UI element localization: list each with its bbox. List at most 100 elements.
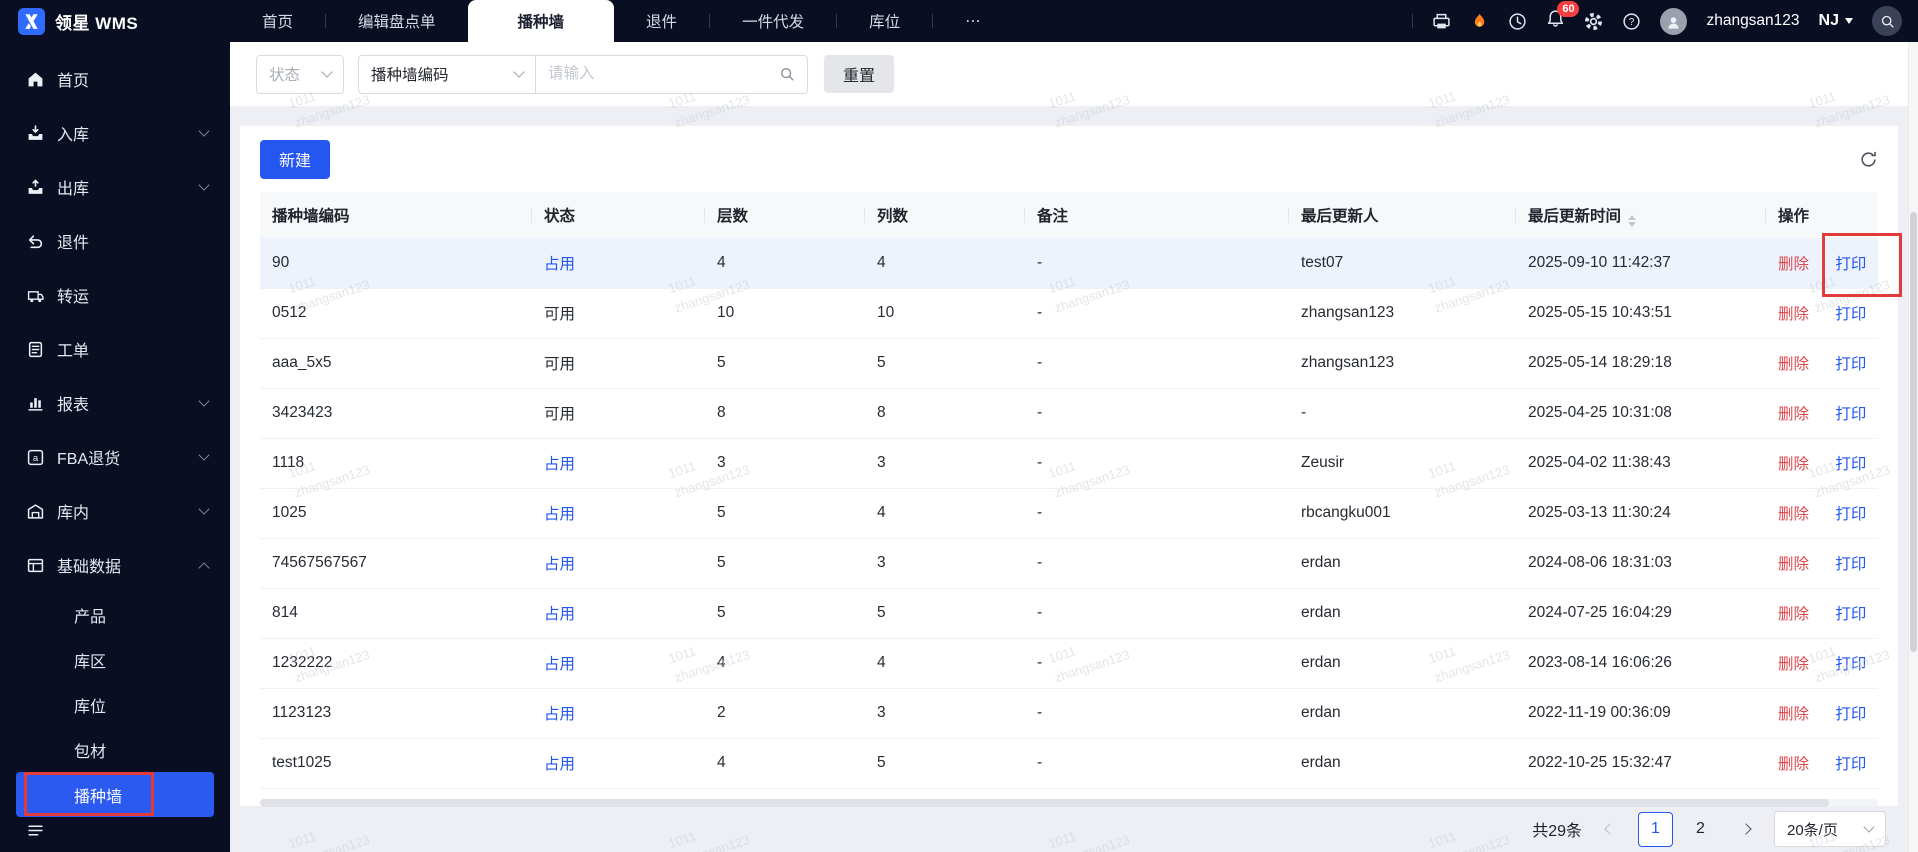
delete-link[interactable]: 删除 (1778, 556, 1809, 573)
column-header[interactable]: 最后更新时间 (1516, 192, 1766, 238)
table-row[interactable]: test1025 占用 4 5 - erdan 2022-10-25 15:32… (260, 738, 1878, 789)
top-nav-item-5[interactable]: 一件代发 (710, 0, 836, 42)
sidebar-subitem-库区[interactable]: 库区 (0, 637, 230, 682)
print-link[interactable]: 打印 (1835, 606, 1866, 623)
cell-code: 1232222 (260, 638, 532, 689)
print-link[interactable]: 打印 (1835, 356, 1866, 373)
reset-button[interactable]: 重置 (824, 55, 895, 93)
seeding-wall-table: 播种墙编码 状态 层数 列数 备注 最后更新人 最后更新时间 操作 90 占用 4 4 - t… (260, 192, 1878, 789)
vertical-scrollbar[interactable] (1908, 42, 1918, 852)
table-row[interactable]: 3423423 可用 8 8 - - 2025-04-25 10:31:08 删… (260, 388, 1878, 439)
sidebar-subitem-包材[interactable]: 包材 (0, 727, 230, 772)
delete-link[interactable]: 删除 (1778, 356, 1809, 373)
delete-link[interactable]: 删除 (1778, 656, 1809, 673)
sidebar-item-transfer[interactable]: 转运 (0, 268, 230, 322)
sidebar-item-returns[interactable]: 退件 (0, 214, 230, 268)
top-nav-item-3[interactable]: 播种墙 (467, 0, 615, 42)
horizontal-scrollbar[interactable] (260, 798, 1878, 807)
sidebar-item-work-order[interactable]: 工单 (0, 322, 230, 376)
print-link[interactable]: 打印 (1835, 656, 1866, 673)
sidebar-subitem-播种墙[interactable]: 播种墙 (16, 772, 214, 817)
input-search-icon[interactable] (779, 66, 795, 82)
delete-link[interactable]: 删除 (1778, 406, 1809, 423)
help-icon[interactable]: ? (1622, 12, 1641, 31)
cell-status: 可用 (532, 288, 705, 339)
column-header: 播种墙编码 (260, 192, 532, 238)
table-row[interactable]: 74567567567 占用 5 3 - erdan 2024-08-06 18… (260, 538, 1878, 589)
top-nav-item-2[interactable]: 编辑盘点单 (326, 0, 468, 42)
table-row[interactable]: 1118 占用 3 3 - Zeusir 2025-04-02 11:38:43… (260, 438, 1878, 489)
outbound-icon (27, 178, 44, 196)
table-row[interactable]: 1025 占用 5 4 - rbcangku001 2025-03-13 11:… (260, 488, 1878, 539)
delete-link[interactable]: 删除 (1778, 706, 1809, 723)
print-link[interactable]: 打印 (1835, 756, 1866, 773)
horizontal-scrollbar-thumb[interactable] (260, 798, 1830, 807)
delete-link[interactable]: 删除 (1778, 506, 1809, 523)
table-row[interactable]: 1123123 占用 2 3 - erdan 2022-11-19 00:36:… (260, 688, 1878, 739)
username[interactable]: zhangsan123 (1706, 12, 1799, 30)
search-field-select[interactable]: 播种墙编码 (358, 54, 536, 94)
printer-icon[interactable] (1432, 12, 1451, 31)
sidebar-subitem-产品[interactable]: 产品 (0, 592, 230, 637)
avatar[interactable] (1660, 7, 1688, 35)
delete-link[interactable]: 删除 (1778, 606, 1809, 623)
cell-code: 0512 (260, 288, 532, 339)
gear-icon[interactable] (1584, 12, 1603, 31)
cell-remark: - (1025, 438, 1289, 489)
cell-remark: - (1025, 388, 1289, 439)
sidebar-item-label: 基础数据 (57, 559, 122, 576)
status-select[interactable]: 状态 (256, 54, 344, 94)
sort-icon[interactable] (1628, 214, 1637, 227)
print-link[interactable]: 打印 (1835, 556, 1866, 573)
chevron-down-icon (198, 125, 210, 137)
top-nav-item-1[interactable]: 首页 (230, 0, 325, 42)
sidebar-item-base-data[interactable]: 基础数据 (0, 538, 230, 592)
print-link[interactable]: 打印 (1835, 256, 1866, 273)
print-link[interactable]: 打印 (1835, 406, 1866, 423)
vertical-scrollbar-thumb[interactable] (1910, 212, 1917, 652)
sidebar-subitem-库位[interactable]: 库位 (0, 682, 230, 727)
menu-icon[interactable] (27, 822, 44, 839)
refresh-icon[interactable] (1859, 150, 1878, 169)
delete-link[interactable]: 删除 (1778, 756, 1809, 773)
sidebar-item-outbound[interactable]: 出库 (0, 160, 230, 214)
history-icon[interactable] (1508, 12, 1527, 31)
notifications-button[interactable]: 60 (1546, 1, 1580, 33)
warehouse-selector[interactable]: NJ (1819, 12, 1853, 30)
table-row[interactable]: 90 占用 4 4 - test07 2025-09-10 11:42:37 删… (260, 238, 1878, 289)
sidebar-item-reports[interactable]: 报表 (0, 376, 230, 430)
table-panel: 新建 播种墙编码 状态 层数 列数 备注 最后更新人 最后更新时间 操作 90 占用 4 4 … (240, 126, 1898, 807)
delete-link[interactable]: 删除 (1778, 256, 1809, 273)
top-nav-item-6[interactable]: 库位 (837, 0, 932, 42)
print-link[interactable]: 打印 (1835, 506, 1866, 523)
cell-updated-by: zhangsan123 (1289, 288, 1516, 339)
print-link[interactable]: 打印 (1835, 306, 1866, 323)
create-button[interactable]: 新建 (260, 139, 331, 179)
top-nav-item-4[interactable]: 退件 (614, 0, 709, 42)
page-size-select[interactable]: 20条/页 (1774, 811, 1886, 847)
table-row[interactable]: 1232222 占用 4 4 - erdan 2023-08-14 16:06:… (260, 638, 1878, 689)
warehouse-code: NJ (1818, 12, 1839, 29)
search-icon (1880, 14, 1895, 29)
keyword-input[interactable] (548, 65, 779, 83)
delete-link[interactable]: 删除 (1778, 306, 1809, 323)
next-page-button[interactable] (1732, 815, 1760, 843)
sidebar-item-inbound[interactable]: 入库 (0, 106, 230, 160)
print-link[interactable]: 打印 (1835, 706, 1866, 723)
delete-link[interactable]: 删除 (1778, 456, 1809, 473)
sidebar-item-fba-returns[interactable]: a FBA退货 (0, 430, 230, 484)
page-button-2[interactable]: 2 (1683, 812, 1718, 847)
top-nav-item-7[interactable]: ⋯ (933, 0, 1013, 42)
global-search-button[interactable] (1872, 6, 1902, 36)
status-badge: 可用 (544, 356, 576, 373)
table-row[interactable]: 814 占用 5 5 - erdan 2024-07-25 16:04:29 删… (260, 588, 1878, 639)
table-row[interactable]: aaa_5x5 可用 5 5 - zhangsan123 2025-05-14 … (260, 338, 1878, 389)
sidebar-item-in-warehouse[interactable]: 库内 (0, 484, 230, 538)
prev-page-button[interactable] (1596, 815, 1624, 843)
sidebar-item-home[interactable]: 首页 (0, 52, 230, 106)
page-button-1[interactable]: 1 (1638, 811, 1673, 847)
cell-remark: - (1025, 338, 1289, 389)
print-link[interactable]: 打印 (1835, 456, 1866, 473)
table-row[interactable]: 0512 可用 10 10 - zhangsan123 2025-05-15 1… (260, 288, 1878, 339)
promo-icon[interactable] (1470, 12, 1489, 31)
